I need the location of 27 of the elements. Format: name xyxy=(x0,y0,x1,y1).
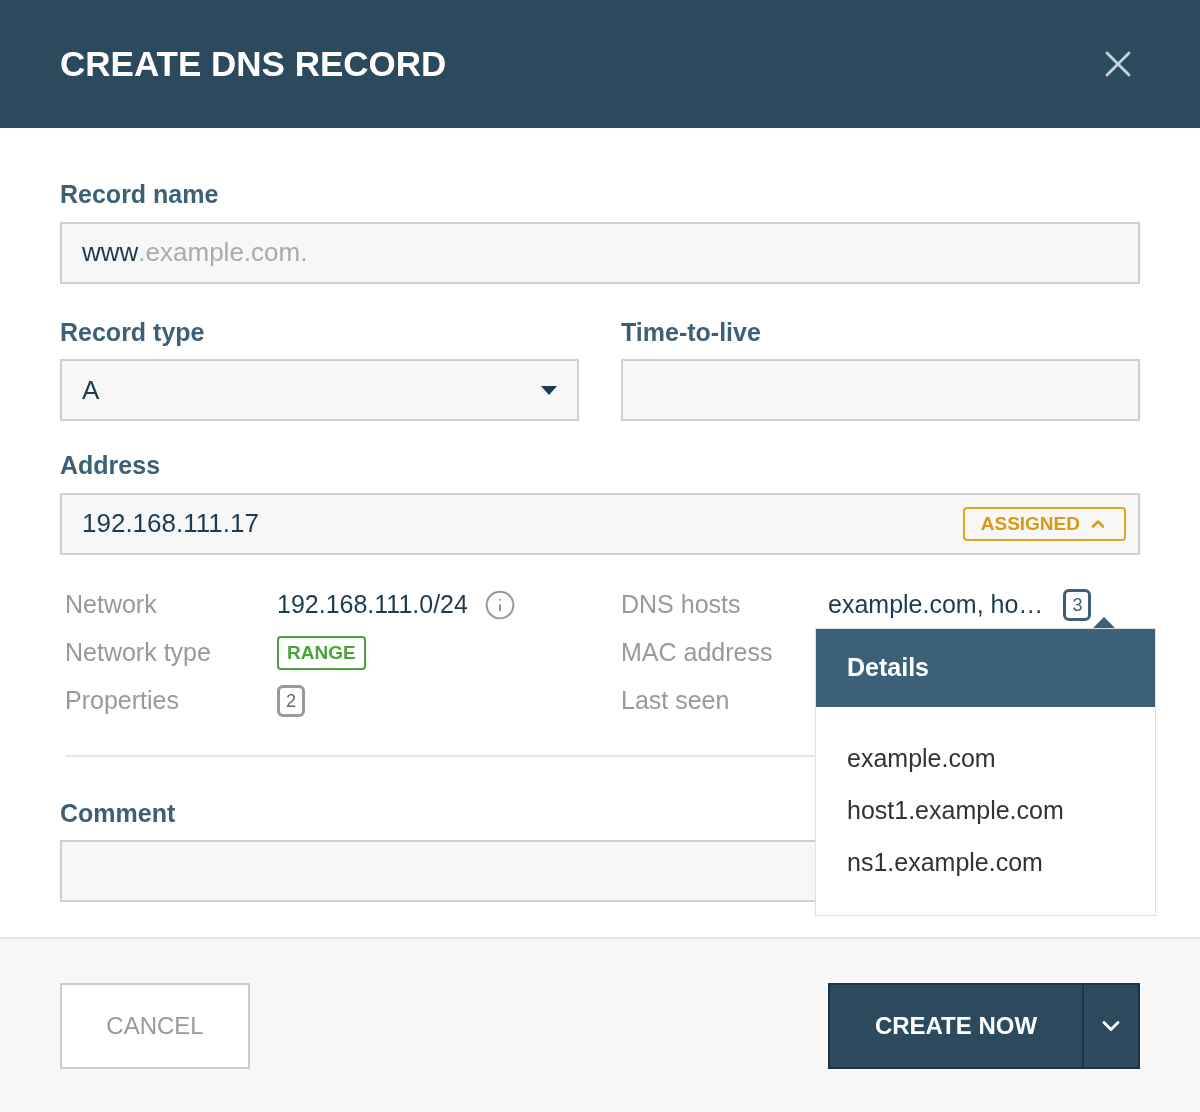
field-label: Record name xyxy=(60,179,220,210)
detail-value: example.com, ho… xyxy=(828,588,1044,620)
detail-label: Properties xyxy=(65,684,180,716)
field-label: Comment xyxy=(60,797,176,829)
count-badge[interactable]: 2 xyxy=(277,684,305,717)
record-type-select[interactable]: A xyxy=(60,359,579,421)
field-label: Address xyxy=(60,450,162,481)
caret-icon xyxy=(541,385,557,395)
field-label: Time-to-live xyxy=(621,316,762,348)
count-badge[interactable]: 3 xyxy=(1063,588,1092,621)
host-item: ns1.example.com xyxy=(846,847,1044,879)
detail-label: Network xyxy=(65,588,158,620)
detail-label: DNS hosts xyxy=(621,588,742,620)
host-item: example.com xyxy=(846,743,997,775)
detail-value: 192.168.111.0/24 xyxy=(277,588,468,620)
detail-label: Network type xyxy=(65,636,212,668)
record-name-field[interactable]: www.example.com. xyxy=(60,221,1140,284)
network-type-tag: RANGE xyxy=(277,635,366,670)
create-now-button[interactable]: CREATE NOW xyxy=(830,984,1082,1067)
detail-label: MAC address xyxy=(621,636,774,668)
dialog-title: CREATE DNS RECORD xyxy=(60,42,447,85)
popover-title: Details xyxy=(847,652,929,684)
host-item: host1.example.com xyxy=(846,795,1065,827)
address-field[interactable]: 192.168.111.17 ASSIGNED xyxy=(60,492,1140,555)
info-icon[interactable] xyxy=(483,588,516,621)
field-label: Record type xyxy=(60,316,206,348)
detail-label: Last seen xyxy=(621,684,731,716)
